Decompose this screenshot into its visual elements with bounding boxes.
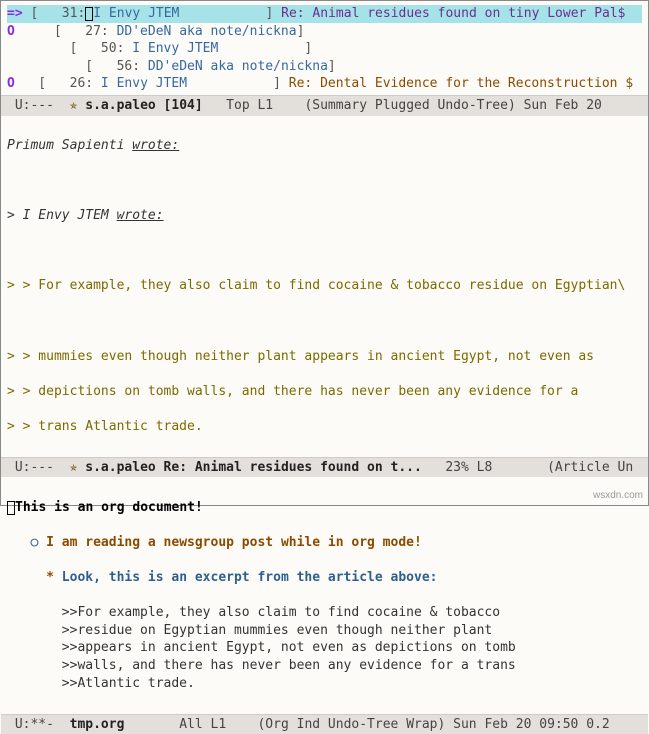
org-h2: ○ I am reading a newsgroup post while in…	[7, 534, 642, 552]
bracket-close: ]	[297, 24, 305, 39]
summary-line-1[interactable]: O [ 27: DD'eDeN aka note/nickna]	[7, 23, 642, 41]
ml-modes: (Org Ind Undo-Tree Wrap) Sun Feb 20 09:5…	[257, 717, 609, 732]
quote-top-author: Primum Sapienti wrote:	[7, 137, 642, 155]
watermark: wsxdn.com	[593, 489, 643, 503]
bracket-close: ]	[273, 76, 281, 91]
org-body-line: >>appears in ancient Egypt, not even as …	[7, 639, 642, 657]
thread-arrow	[7, 59, 23, 74]
quote-line: > > mummies even though neither plant ap…	[7, 348, 642, 366]
article-pane[interactable]: Primum Sapienti wrote: > I Envy JTEM wro…	[1, 116, 648, 457]
org-pane[interactable]: This is an org document! ○ I am reading …	[1, 477, 648, 713]
bracket-close: ]	[328, 59, 336, 74]
bracket-open: [ 50:	[23, 41, 125, 56]
org-body-line: >>For example, they also claim to find c…	[7, 604, 642, 622]
quote-inner-author: > I Envy JTEM wrote:	[7, 207, 642, 225]
org-h3: * Look, this is an excerpt from the arti…	[7, 569, 642, 587]
org-body: >>For example, they also claim to find c…	[7, 604, 642, 692]
summary-line-4[interactable]: O [ 26: I Envy JTEM ] Re: Dental Evidenc…	[7, 75, 642, 93]
summary-line-2[interactable]: [ 50: I Envy JTEM ]	[7, 40, 642, 58]
bracket-open: [ 56:	[23, 59, 140, 74]
thread-arrow	[7, 41, 23, 56]
ml-modes: (Article Un	[547, 460, 633, 475]
ml-modes: (Summary Plugged Undo-Tree) Sun Feb 20	[304, 98, 601, 113]
summary-pane[interactable]: => [ 31: I Envy JTEM ] Re: Animal residue…	[1, 1, 648, 95]
author: I Envy JTEM	[93, 6, 265, 21]
summary-line-0[interactable]: => [ 31:I Envy JTEM ] Re: Animal residue…	[7, 5, 642, 23]
org-h1: This is an org document!	[7, 499, 642, 517]
ml-buffer: s.a.paleo Re: Animal residues found on t…	[77, 460, 445, 475]
modeline-summary: U:--- ✯ s.a.paleo [104] Top L1 (Summary …	[1, 95, 648, 116]
ml-position: 23% L8	[445, 460, 547, 475]
quote-line: > > trans Atlantic trade.	[7, 418, 642, 436]
bracket-open: [ 27:	[23, 24, 109, 39]
ml-status: U:**-	[7, 717, 70, 732]
author: DD'eDeN aka note/nickna	[109, 24, 297, 39]
bracket-open: [ 31:	[23, 6, 86, 21]
ml-position: Top L1	[226, 98, 304, 113]
quote-line: > > depictions on tomb walls, and there …	[7, 383, 642, 401]
modeline-org: U:**- tmp.org All L1 (Org Ind Undo-Tree …	[1, 714, 648, 734]
org-body-line: >>residue on Egyptian mummies even thoug…	[7, 622, 642, 640]
cursor	[7, 501, 15, 515]
org-body-line: >>walls, and there has never been any ev…	[7, 657, 642, 675]
summary-line-3[interactable]: [ 56: DD'eDeN aka note/nickna]	[7, 58, 642, 76]
ml-buffer: s.a.paleo [104]	[77, 98, 226, 113]
ml-buffer: tmp.org	[70, 717, 180, 732]
quote-line: > > For example, they also claim to find…	[7, 277, 642, 295]
thread-arrow: O	[7, 76, 23, 91]
author: I Envy JTEM	[124, 41, 304, 56]
ml-status: U:---	[7, 460, 70, 475]
subject: Re: Dental Evidence for the Reconstructi…	[281, 76, 633, 91]
thread-arrow: O	[7, 24, 23, 39]
author: DD'eDeN aka note/nickna	[140, 59, 328, 74]
bracket-close: ]	[304, 41, 312, 56]
org-body-line: >>Atlantic trade.	[7, 675, 642, 693]
bracket-open: [ 26:	[23, 76, 93, 91]
thread-arrow: =>	[7, 6, 23, 21]
author: I Envy JTEM	[93, 76, 273, 91]
modeline-article: U:--- ✯ s.a.paleo Re: Animal residues fo…	[1, 457, 648, 478]
subject: Re: Animal residues found on tiny Lower …	[273, 6, 625, 21]
ml-position: All L1	[179, 717, 257, 732]
ml-status: U:---	[7, 98, 70, 113]
